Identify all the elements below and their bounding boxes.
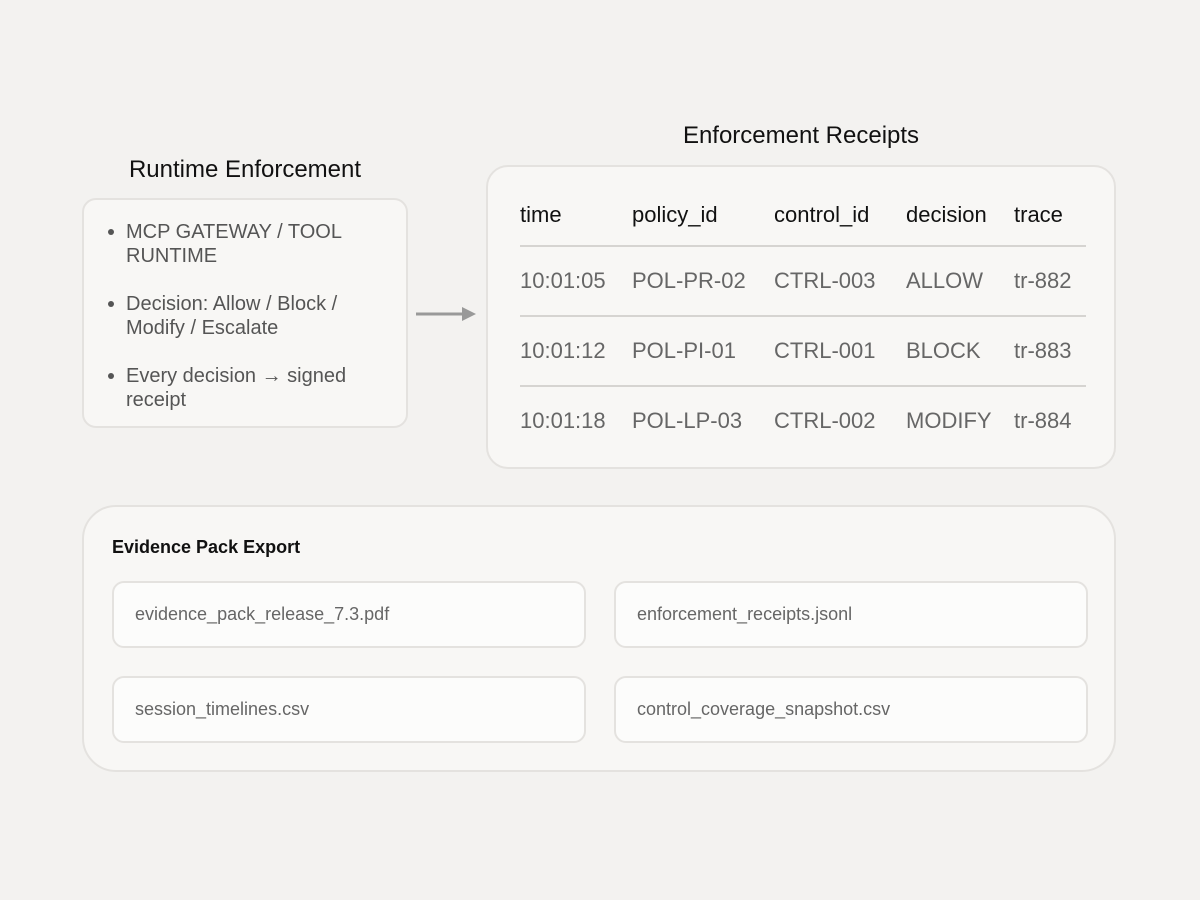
cell-policy-id: POL-PR-02	[632, 268, 746, 293]
cell-trace: tr-882	[1014, 268, 1072, 293]
column-header-trace: trace	[1014, 202, 1063, 227]
cell-policy-id: POL-PI-01	[632, 338, 736, 363]
file-tile-enforcement-receipts-jsonl[interactable]: enforcement_receipts.jsonl	[614, 581, 1088, 648]
runtime-bullet-receipt: Every decision → signed receipt	[108, 364, 390, 412]
column-header-decision: decision	[906, 202, 987, 227]
table-header-row: time policy_id control_id decision trace	[520, 189, 1086, 247]
file-tile-control-coverage-snapshot-csv[interactable]: control_coverage_snapshot.csv	[614, 676, 1088, 743]
evidence-pack-export-card: Evidence Pack Export evidence_pack_relea…	[82, 505, 1116, 772]
cell-policy-id: POL-LP-03	[632, 408, 743, 433]
cell-decision: BLOCK	[906, 338, 981, 363]
runtime-bullet-list: MCP GATEWAY / TOOL RUNTIME Decision: All…	[84, 200, 406, 412]
evidence-pack-export-title: Evidence Pack Export	[112, 537, 301, 557]
table-row[interactable]: 10:01:05 POL-PR-02 CTRL-003 ALLOW tr-882	[520, 247, 1086, 317]
column-header-control-id: control_id	[774, 202, 870, 227]
runtime-bullet-decision: Decision: Allow / Block / Modify / Escal…	[108, 292, 390, 340]
cell-decision: ALLOW	[906, 268, 984, 293]
cell-control-id: CTRL-003	[774, 268, 876, 293]
cell-trace: tr-883	[1014, 338, 1072, 363]
enforcement-receipts-card: time policy_id control_id decision trace…	[486, 165, 1116, 469]
cell-decision: MODIFY	[906, 408, 992, 433]
table-row[interactable]: 10:01:18 POL-LP-03 CTRL-002 MODIFY tr-88…	[520, 387, 1086, 457]
runtime-enforcement-title: Runtime Enforcement	[128, 156, 362, 183]
cell-time: 10:01:12	[520, 338, 606, 363]
file-tile-evidence-pack-pdf[interactable]: evidence_pack_release_7.3.pdf	[112, 581, 586, 648]
column-header-policy-id: policy_id	[632, 202, 718, 227]
enforcement-receipts-title: Enforcement Receipts	[682, 122, 920, 149]
cell-time: 10:01:05	[520, 268, 606, 293]
table-row[interactable]: 10:01:12 POL-PI-01 CTRL-001 BLOCK tr-883	[520, 317, 1086, 387]
cell-control-id: CTRL-001	[774, 338, 876, 363]
runtime-bullet-gateway: MCP GATEWAY / TOOL RUNTIME	[108, 220, 390, 268]
cell-time: 10:01:18	[520, 408, 606, 433]
cell-trace: tr-884	[1014, 408, 1072, 433]
runtime-enforcement-card: MCP GATEWAY / TOOL RUNTIME Decision: All…	[82, 198, 408, 428]
file-tile-session-timelines-csv[interactable]: session_timelines.csv	[112, 676, 586, 743]
arrow-right-icon	[416, 307, 476, 321]
receipts-table: time policy_id control_id decision trace…	[520, 189, 1086, 457]
column-header-time: time	[520, 202, 562, 227]
cell-control-id: CTRL-002	[774, 408, 876, 433]
